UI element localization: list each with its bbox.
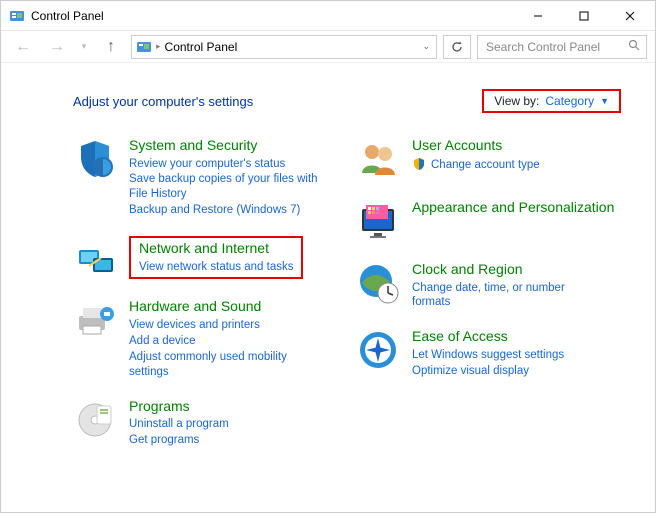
link-optimize-display[interactable]: Optimize visual display [412, 364, 564, 379]
forward-button[interactable]: → [43, 35, 71, 59]
link-devices-printers[interactable]: View devices and printers [129, 318, 319, 333]
link-date-time-formats[interactable]: Change date, time, or number formats [412, 281, 602, 311]
link-file-history[interactable]: Save backup copies of your files with Fi… [129, 172, 319, 202]
category-title[interactable]: Programs [129, 398, 229, 416]
search-icon [628, 39, 640, 54]
search-input[interactable] [484, 39, 640, 55]
category-system-security: System and Security Review your computer… [73, 137, 338, 218]
category-hardware-sound: Hardware and Sound View devices and prin… [73, 298, 338, 379]
category-ease-of-access: Ease of Access Let Windows suggest setti… [356, 328, 621, 378]
search-box[interactable] [477, 35, 647, 59]
link-change-account-type[interactable]: Change account type [412, 157, 540, 173]
category-programs: Programs Uninstall a program Get program… [73, 398, 338, 448]
printer-icon [73, 298, 117, 342]
category-title[interactable]: Network and Internet [139, 240, 293, 258]
close-button[interactable] [607, 2, 653, 30]
category-network-internet: Network and Internet View network status… [73, 236, 338, 280]
link-review-status[interactable]: Review your computer's status [129, 157, 319, 172]
category-title[interactable]: Clock and Region [412, 261, 602, 279]
breadcrumb[interactable]: ▸ Control Panel ⌄ [131, 35, 437, 59]
monitor-icon [356, 199, 400, 243]
address-bar: ← → ▾ ↑ ▸ Control Panel ⌄ [1, 31, 655, 63]
app-icon [9, 8, 25, 24]
category-title[interactable]: User Accounts [412, 137, 540, 155]
category-clock-region: Clock and Region Change date, time, or n… [356, 261, 621, 310]
right-column: User Accounts Change account type Appear… [356, 137, 621, 466]
viewby-label: View by: [494, 94, 539, 108]
titlebar: Control Panel [1, 1, 655, 31]
disc-icon [73, 398, 117, 442]
globe-clock-icon [356, 261, 400, 305]
minimize-button[interactable] [515, 2, 561, 30]
link-suggest-settings[interactable]: Let Windows suggest settings [412, 348, 564, 363]
category-title[interactable]: System and Security [129, 137, 319, 155]
link-add-device[interactable]: Add a device [129, 334, 319, 349]
category-user-accounts: User Accounts Change account type [356, 137, 621, 181]
window-title: Control Panel [31, 9, 104, 23]
up-button[interactable]: ↑ [97, 35, 125, 59]
chevron-down-icon[interactable]: ⌄ [422, 41, 430, 52]
viewby-value: Category [545, 94, 594, 108]
chevron-down-icon: ▼ [600, 96, 609, 106]
ease-of-access-icon [356, 328, 400, 372]
link-mobility-settings[interactable]: Adjust commonly used mobility settings [129, 350, 319, 380]
page-heading: Adjust your computer's settings [73, 94, 253, 109]
link-backup-restore[interactable]: Backup and Restore (Windows 7) [129, 203, 319, 218]
breadcrumb-text: Control Panel [165, 40, 238, 54]
chevron-right-icon: ▸ [156, 41, 161, 52]
category-title[interactable]: Appearance and Personalization [412, 199, 614, 217]
refresh-button[interactable] [443, 35, 471, 59]
left-column: System and Security Review your computer… [73, 137, 338, 466]
back-button[interactable]: ← [9, 35, 37, 59]
users-icon [356, 137, 400, 181]
network-icon [73, 236, 117, 280]
link-network-status[interactable]: View network status and tasks [139, 260, 293, 275]
link-uninstall-program[interactable]: Uninstall a program [129, 417, 229, 432]
category-title[interactable]: Ease of Access [412, 328, 564, 346]
maximize-button[interactable] [561, 2, 607, 30]
category-title[interactable]: Hardware and Sound [129, 298, 319, 316]
breadcrumb-icon [136, 39, 152, 55]
category-appearance: Appearance and Personalization [356, 199, 621, 243]
history-dropdown[interactable]: ▾ [77, 35, 91, 59]
shield-icon [73, 137, 117, 181]
view-by-selector[interactable]: View by: Category ▼ [482, 89, 621, 113]
content: Adjust your computer's settings View by:… [1, 63, 655, 486]
link-get-programs[interactable]: Get programs [129, 433, 229, 448]
shield-small-icon [412, 157, 428, 173]
